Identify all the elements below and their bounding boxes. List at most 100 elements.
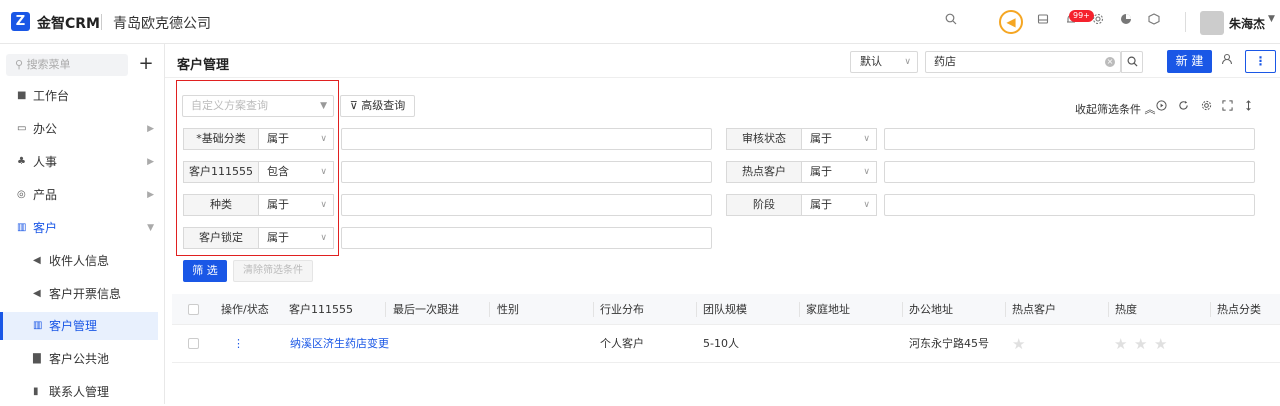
filter-operator-select[interactable]: 包含 ∨ <box>259 161 334 183</box>
filter-label: 阶段 <box>726 194 802 216</box>
chevron-down-icon: ∨ <box>863 134 870 144</box>
filter-value-input[interactable] <box>341 194 712 216</box>
settings-icon[interactable] <box>1201 100 1212 114</box>
filter-value-input[interactable] <box>341 128 712 150</box>
topbar-divider <box>1185 12 1186 32</box>
view-select[interactable]: 默认 ∨ <box>850 51 918 73</box>
org-icon: ♣ <box>17 156 26 167</box>
inbox-icon[interactable] <box>1034 13 1052 31</box>
filter-value-input[interactable] <box>884 194 1255 216</box>
sidebar-item-label: 客户公共池 <box>49 352 110 366</box>
heat-star-icon[interactable]: ★ <box>1134 337 1147 352</box>
select-all-checkbox[interactable] <box>188 304 199 315</box>
filter-label: 热点客户 <box>726 161 802 183</box>
column-header[interactable]: 客户111555 <box>283 294 353 325</box>
sidebar-item-contacts[interactable]: ▮ 联系人管理 <box>0 378 158 406</box>
filter-operator-select[interactable]: 属于 ∨ <box>802 194 877 216</box>
column-header[interactable]: 性别 <box>491 294 519 325</box>
user-icon[interactable] <box>1221 53 1233 68</box>
column-header[interactable]: 办公地址 <box>903 294 953 325</box>
column-header[interactable]: 行业分布 <box>594 294 644 325</box>
more-button[interactable]: ⋮ <box>1245 50 1276 73</box>
sidebar-item-invoice-info[interactable]: ◀ 客户开票信息 <box>0 280 158 308</box>
sidebar-item-recipient-info[interactable]: ◀ 收件人信息 <box>0 247 158 275</box>
column-height-icon[interactable] <box>1243 100 1254 114</box>
filter-value-input[interactable] <box>341 161 712 183</box>
fullscreen-icon[interactable] <box>1222 100 1233 114</box>
filter-operator-select[interactable]: 属于 ∨ <box>802 161 877 183</box>
filter-value-input[interactable] <box>884 128 1255 150</box>
filter-operator-select[interactable]: 属于 ∨ <box>259 227 334 249</box>
scheme-select[interactable]: 自定义方案查询 ▼ <box>182 95 334 117</box>
row-action-menu[interactable]: ⋮ <box>227 325 244 363</box>
hot-customer-star-icon[interactable]: ★ <box>1012 337 1025 352</box>
search-input[interactable]: 药店 × <box>925 51 1121 73</box>
sidebar-item-public-pool[interactable]: ▇ 客户公共池 <box>0 345 158 373</box>
filter-icon: ⊽ <box>349 99 358 112</box>
monitor-icon: ▭ <box>17 123 27 134</box>
heat-star-icon[interactable]: ★ <box>1114 337 1127 352</box>
heat-star-icon[interactable]: ★ <box>1154 337 1167 352</box>
avatar[interactable] <box>1200 11 1224 35</box>
sidebar-item-office[interactable]: ▭ 办公 ▶ <box>0 115 158 143</box>
megaphone-icon[interactable]: ◀ <box>999 10 1023 34</box>
content-header: 客户管理 默认 ∨ 药店 × 新 建 ⋮ <box>165 44 1280 78</box>
table-row[interactable]: ⋮ 纳溪区济生药店变更 个人客户 5-10人 河东永宁路45号 ★ ★ ★ ★ <box>172 325 1280 363</box>
sidebar-item-label: 工作台 <box>33 89 70 103</box>
sidebar-item-customer[interactable]: ▥ 客户 ▼ <box>0 214 158 242</box>
search-icon[interactable] <box>942 13 960 31</box>
table-header: 操作/状态 客户111555 最后一次跟进 性别 行业分布 团队规模 家庭地址 … <box>172 294 1280 325</box>
chevron-right-icon: ▶ <box>147 157 154 167</box>
sidebar-item-label: 联系人管理 <box>49 385 110 399</box>
sidebar-item-customer-management[interactable]: ▥ 客户管理 <box>0 312 158 340</box>
apply-filter-button[interactable]: 筛 选 <box>183 260 227 282</box>
industry-cell: 个人客户 <box>600 337 644 350</box>
column-header[interactable]: 最后一次跟进 <box>387 294 459 325</box>
chevron-down-icon: ∨ <box>904 57 911 67</box>
filter-value-input[interactable] <box>341 227 712 249</box>
menu-add-button[interactable]: + <box>135 54 157 76</box>
column-header[interactable]: 热度 <box>1109 294 1137 325</box>
filter-operator-select[interactable]: 属于 ∨ <box>802 128 877 150</box>
advanced-query-button[interactable]: ⊽ 高级查询 <box>340 95 415 117</box>
dashboard-icon: ■ <box>17 90 27 101</box>
customer-name-link[interactable]: 纳溪区济生药店变更 <box>284 325 389 363</box>
filter-value-input[interactable] <box>884 161 1255 183</box>
clear-icon[interactable]: × <box>1105 57 1115 67</box>
caret-down-icon: ▼ <box>320 101 327 111</box>
sidebar-item-label: 收件人信息 <box>49 254 110 268</box>
filter-operator-select[interactable]: 属于 ∨ <box>259 128 334 150</box>
column-header[interactable]: 热点客户 <box>1006 294 1056 325</box>
username[interactable]: 朱海杰 <box>1229 15 1265 32</box>
filter-operator-select[interactable]: 属于 ∨ <box>259 194 334 216</box>
collapse-filter-link[interactable]: 收起筛选条件 ︽ <box>1075 101 1156 117</box>
sidebar-item-hr[interactable]: ♣ 人事 ▶ <box>0 148 158 176</box>
chart-icon: ▥ <box>17 222 27 233</box>
chevron-down-icon[interactable]: ▼ <box>1268 14 1275 24</box>
menu-search-input[interactable]: ⚲ 搜索菜单 <box>6 54 128 76</box>
sidebar-item-label: 人事 <box>33 155 58 169</box>
cube-icon[interactable] <box>1145 13 1163 31</box>
column-header[interactable]: 热点分类 <box>1211 294 1261 325</box>
row-checkbox[interactable] <box>188 338 199 349</box>
new-button[interactable]: 新 建 <box>1167 50 1212 73</box>
play-icon[interactable] <box>1156 100 1167 114</box>
column-header[interactable]: 家庭地址 <box>800 294 850 325</box>
clear-filter-button[interactable]: 清除筛选条件 <box>233 260 313 282</box>
column-header[interactable]: 操作/状态 <box>215 294 269 325</box>
gear-icon[interactable] <box>1089 13 1107 31</box>
column-divider <box>489 302 490 317</box>
search-button[interactable] <box>1121 51 1143 73</box>
column-divider <box>385 302 386 317</box>
chevron-right-icon: ▶ <box>147 190 154 200</box>
sidebar-item-workbench[interactable]: ■ 工作台 <box>0 82 158 110</box>
chevron-down-icon: ∨ <box>320 233 327 243</box>
sidebar: ⚲ 搜索菜单 + ■ 工作台 ▭ 办公 ▶ ♣ 人事 ▶ ◎ 产品 ▶ ▥ 客户… <box>0 44 165 404</box>
sidebar-item-product[interactable]: ◎ 产品 ▶ <box>0 181 158 209</box>
column-header[interactable]: 团队规模 <box>697 294 747 325</box>
refresh-icon[interactable] <box>1178 100 1189 114</box>
chevron-down-icon: ∨ <box>320 134 327 144</box>
pie-chart-icon[interactable] <box>1117 13 1135 31</box>
sidebar-item-label: 客户开票信息 <box>49 287 122 301</box>
team-size-cell: 5-10人 <box>703 337 739 350</box>
